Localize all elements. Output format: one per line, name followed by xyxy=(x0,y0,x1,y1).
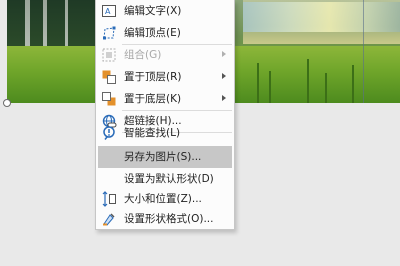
menu-item-set-default-shape[interactable]: 设置为默认形状(D) xyxy=(96,168,234,190)
bring-to-front-icon xyxy=(101,69,117,85)
group-icon xyxy=(101,47,117,63)
menu-item-label: 组合(G) xyxy=(124,49,162,61)
menu-item-smart-lookup[interactable]: 智能查找(L) xyxy=(96,122,234,144)
menu-item-label: 编辑顶点(E) xyxy=(124,27,181,39)
send-to-back-icon xyxy=(101,91,117,107)
svg-text:A: A xyxy=(105,7,111,16)
text-box-icon: A xyxy=(101,3,117,19)
format-shape-icon xyxy=(101,211,117,227)
picture-grass xyxy=(257,63,259,103)
submenu-arrow-icon xyxy=(222,51,226,57)
menu-item-label: 大小和位置(Z)... xyxy=(124,193,202,205)
menu-item-label: 置于底层(K) xyxy=(124,93,182,105)
menu-item-label: 设置为默认形状(D) xyxy=(124,173,214,185)
picture-grass xyxy=(325,73,327,103)
menu-item-send-to-back[interactable]: 置于底层(K) xyxy=(96,88,234,110)
menu-item-label: 智能查找(L) xyxy=(124,127,181,139)
alignment-guide xyxy=(363,0,364,103)
menu-item-label: 设置形状格式(O)... xyxy=(124,213,214,225)
context-menu: A 编辑文字(X) 编辑顶点(E) 组合(G) 置于顶层(R) 置于底层(K) xyxy=(95,0,235,230)
edit-points-icon xyxy=(101,25,117,41)
picture-grass xyxy=(269,71,271,103)
menu-item-bring-to-front[interactable]: 置于顶层(R) xyxy=(96,66,234,88)
menu-item-edit-text[interactable]: A 编辑文字(X) xyxy=(96,0,234,22)
picture-water xyxy=(243,2,400,32)
menu-item-format-shape[interactable]: 设置形状格式(O)... xyxy=(96,208,234,230)
selection-handle[interactable] xyxy=(3,99,11,107)
menu-item-label: 另存为图片(S)... xyxy=(124,151,202,163)
size-position-icon xyxy=(101,191,117,207)
menu-item-size-and-position[interactable]: 大小和位置(Z)... xyxy=(96,188,234,210)
picture-grass xyxy=(352,65,354,103)
menu-item-label: 置于顶层(R) xyxy=(124,71,182,83)
picture-grass xyxy=(307,59,309,103)
menu-item-group[interactable]: 组合(G) xyxy=(96,44,234,66)
smart-lookup-icon xyxy=(101,125,117,141)
menu-item-save-as-picture[interactable]: 另存为图片(S)... xyxy=(98,146,232,168)
submenu-arrow-icon xyxy=(222,95,226,101)
menu-item-edit-points[interactable]: 编辑顶点(E) xyxy=(96,22,234,44)
submenu-arrow-icon xyxy=(222,73,226,79)
menu-item-label: 编辑文字(X) xyxy=(124,5,182,17)
